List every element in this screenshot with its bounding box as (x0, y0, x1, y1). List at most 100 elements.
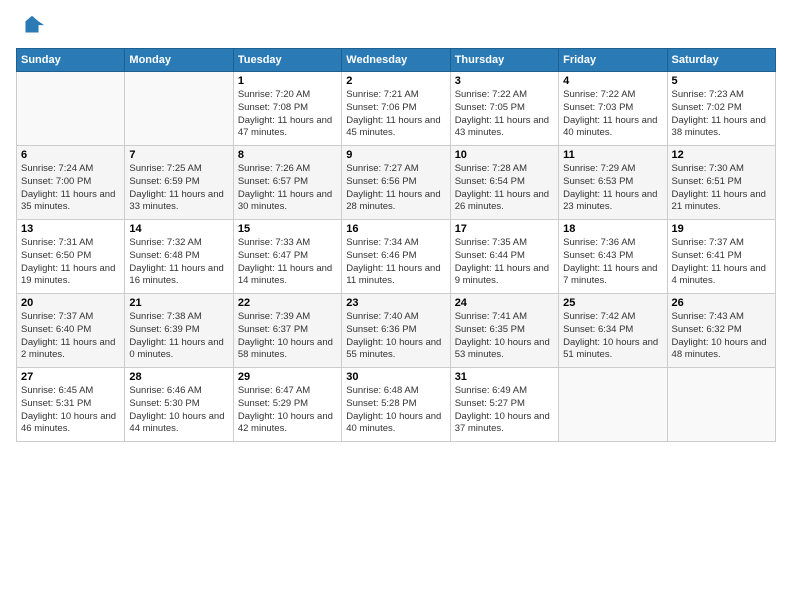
calendar-day-header: Thursday (450, 49, 558, 72)
calendar-week-row: 20 Sunrise: 7:37 AM Sunset: 6:40 PM Dayli… (17, 294, 776, 368)
calendar-cell: 1Sunrise: 7:20 AM Sunset: 7:08 PM Daylig… (233, 72, 341, 146)
calendar-cell (17, 72, 125, 146)
calendar-cell: 2 Sunrise: 7:21 AM Sunset: 7:06 PM Daylig… (342, 72, 450, 146)
day-number: 4 (563, 75, 662, 87)
day-info: Sunrise: 6:45 AM Sunset: 5:31 PM Dayligh… (21, 385, 120, 436)
day-number: 19 (672, 223, 771, 235)
day-info: Sunrise: 7:37 AM Sunset: 6:40 PM Dayligh… (21, 311, 120, 362)
calendar-cell: 29 Sunrise: 6:47 AM Sunset: 5:29 PM Dayli… (233, 368, 341, 442)
day-number: 28 (129, 371, 228, 383)
calendar-cell: 26 Sunrise: 7:43 AM Sunset: 6:32 PM Dayli… (667, 294, 775, 368)
calendar-cell: 16 Sunrise: 7:34 AM Sunset: 6:46 PM Dayli… (342, 220, 450, 294)
day-number: 21 (129, 297, 228, 309)
calendar-cell: 14Sunrise: 7:32 AM Sunset: 6:48 PM Dayli… (125, 220, 233, 294)
day-info: Sunrise: 6:46 AM Sunset: 5:30 PM Dayligh… (129, 385, 228, 436)
calendar-header-row: SundayMondayTuesdayWednesdayThursdayFrid… (17, 49, 776, 72)
day-info: Sunrise: 7:28 AM Sunset: 6:54 PM Dayligh… (455, 163, 554, 214)
calendar-day-header: Tuesday (233, 49, 341, 72)
calendar-cell: 22 Sunrise: 7:39 AM Sunset: 6:37 PM Dayli… (233, 294, 341, 368)
day-info: Sunrise: 7:22 AM Sunset: 7:03 PM Dayligh… (563, 89, 662, 140)
calendar-week-row: 6Sunrise: 7:24 AM Sunset: 7:00 PM Daylig… (17, 146, 776, 220)
day-info: Sunrise: 6:47 AM Sunset: 5:29 PM Dayligh… (238, 385, 337, 436)
day-info: Sunrise: 7:33 AM Sunset: 6:47 PM Dayligh… (238, 237, 337, 288)
day-info: Sunrise: 7:36 AM Sunset: 6:43 PM Dayligh… (563, 237, 662, 288)
calendar-cell (667, 368, 775, 442)
day-number: 14 (129, 223, 228, 235)
calendar-cell: 24Sunrise: 7:41 AM Sunset: 6:35 PM Dayli… (450, 294, 558, 368)
calendar-day-header: Monday (125, 49, 233, 72)
day-info: Sunrise: 7:35 AM Sunset: 6:44 PM Dayligh… (455, 237, 554, 288)
day-info: Sunrise: 7:42 AM Sunset: 6:34 PM Dayligh… (563, 311, 662, 362)
calendar-day-header: Saturday (667, 49, 775, 72)
day-info: Sunrise: 7:37 AM Sunset: 6:41 PM Dayligh… (672, 237, 771, 288)
calendar-cell: 9Sunrise: 7:27 AM Sunset: 6:56 PM Daylig… (342, 146, 450, 220)
day-info: Sunrise: 7:34 AM Sunset: 6:46 PM Dayligh… (346, 237, 445, 288)
day-info: Sunrise: 7:29 AM Sunset: 6:53 PM Dayligh… (563, 163, 662, 214)
day-number: 11 (563, 149, 662, 161)
calendar-cell: 13 Sunrise: 7:31 AM Sunset: 6:50 PM Dayli… (17, 220, 125, 294)
day-number: 30 (346, 371, 445, 383)
calendar-week-row: 1Sunrise: 7:20 AM Sunset: 7:08 PM Daylig… (17, 72, 776, 146)
calendar-day-header: Sunday (17, 49, 125, 72)
calendar-cell: 21 Sunrise: 7:38 AM Sunset: 6:39 PM Dayli… (125, 294, 233, 368)
day-number: 15 (238, 223, 337, 235)
calendar-cell: 3 Sunrise: 7:22 AM Sunset: 7:05 PM Daylig… (450, 72, 558, 146)
calendar-cell: 20 Sunrise: 7:37 AM Sunset: 6:40 PM Dayli… (17, 294, 125, 368)
day-number: 18 (563, 223, 662, 235)
day-number: 20 (21, 297, 120, 309)
day-number: 13 (21, 223, 120, 235)
day-number: 9 (346, 149, 445, 161)
calendar-cell: 17 Sunrise: 7:35 AM Sunset: 6:44 PM Dayli… (450, 220, 558, 294)
calendar-cell: 31 Sunrise: 6:49 AM Sunset: 5:27 PM Dayli… (450, 368, 558, 442)
day-info: Sunrise: 7:25 AM Sunset: 6:59 PM Dayligh… (129, 163, 228, 214)
day-number: 1 (238, 75, 337, 87)
day-number: 12 (672, 149, 771, 161)
day-number: 16 (346, 223, 445, 235)
calendar-cell: 7 Sunrise: 7:25 AM Sunset: 6:59 PM Daylig… (125, 146, 233, 220)
day-info: Sunrise: 7:38 AM Sunset: 6:39 PM Dayligh… (129, 311, 228, 362)
day-number: 10 (455, 149, 554, 161)
calendar-day-header: Friday (559, 49, 667, 72)
day-number: 26 (672, 297, 771, 309)
day-number: 3 (455, 75, 554, 87)
day-number: 27 (21, 371, 120, 383)
calendar-cell (559, 368, 667, 442)
day-info: Sunrise: 7:23 AM Sunset: 7:02 PM Dayligh… (672, 89, 771, 140)
calendar-cell: 11 Sunrise: 7:29 AM Sunset: 6:53 PM Dayli… (559, 146, 667, 220)
calendar-cell: 27 Sunrise: 6:45 AM Sunset: 5:31 PM Dayli… (17, 368, 125, 442)
day-number: 22 (238, 297, 337, 309)
day-number: 8 (238, 149, 337, 161)
day-info: Sunrise: 7:22 AM Sunset: 7:05 PM Dayligh… (455, 89, 554, 140)
day-info: Sunrise: 7:24 AM Sunset: 7:00 PM Dayligh… (21, 163, 120, 214)
calendar-cell: 6Sunrise: 7:24 AM Sunset: 7:00 PM Daylig… (17, 146, 125, 220)
calendar-cell: 23Sunrise: 7:40 AM Sunset: 6:36 PM Dayli… (342, 294, 450, 368)
day-info: Sunrise: 7:40 AM Sunset: 6:36 PM Dayligh… (346, 311, 445, 362)
day-number: 7 (129, 149, 228, 161)
day-info: Sunrise: 7:31 AM Sunset: 6:50 PM Dayligh… (21, 237, 120, 288)
logo-icon (18, 12, 46, 40)
day-number: 2 (346, 75, 445, 87)
day-info: Sunrise: 6:49 AM Sunset: 5:27 PM Dayligh… (455, 385, 554, 436)
page-container: SundayMondayTuesdayWednesdayThursdayFrid… (0, 0, 792, 450)
calendar-cell: 18 Sunrise: 7:36 AM Sunset: 6:43 PM Dayli… (559, 220, 667, 294)
logo (16, 12, 46, 40)
day-info: Sunrise: 7:39 AM Sunset: 6:37 PM Dayligh… (238, 311, 337, 362)
day-info: Sunrise: 7:30 AM Sunset: 6:51 PM Dayligh… (672, 163, 771, 214)
day-number: 5 (672, 75, 771, 87)
day-number: 17 (455, 223, 554, 235)
calendar-cell: 4 Sunrise: 7:22 AM Sunset: 7:03 PM Daylig… (559, 72, 667, 146)
calendar-cell: 8Sunrise: 7:26 AM Sunset: 6:57 PM Daylig… (233, 146, 341, 220)
day-info: Sunrise: 7:21 AM Sunset: 7:06 PM Dayligh… (346, 89, 445, 140)
calendar-cell: 5 Sunrise: 7:23 AM Sunset: 7:02 PM Daylig… (667, 72, 775, 146)
day-number: 25 (563, 297, 662, 309)
day-number: 31 (455, 371, 554, 383)
calendar-cell (125, 72, 233, 146)
day-number: 29 (238, 371, 337, 383)
calendar-cell: 30Sunrise: 6:48 AM Sunset: 5:28 PM Dayli… (342, 368, 450, 442)
day-info: Sunrise: 7:43 AM Sunset: 6:32 PM Dayligh… (672, 311, 771, 362)
calendar-cell: 28 Sunrise: 6:46 AM Sunset: 5:30 PM Dayli… (125, 368, 233, 442)
calendar-cell: 19 Sunrise: 7:37 AM Sunset: 6:41 PM Dayli… (667, 220, 775, 294)
calendar-cell: 15 Sunrise: 7:33 AM Sunset: 6:47 PM Dayli… (233, 220, 341, 294)
calendar-day-header: Wednesday (342, 49, 450, 72)
calendar-cell: 12 Sunrise: 7:30 AM Sunset: 6:51 PM Dayli… (667, 146, 775, 220)
